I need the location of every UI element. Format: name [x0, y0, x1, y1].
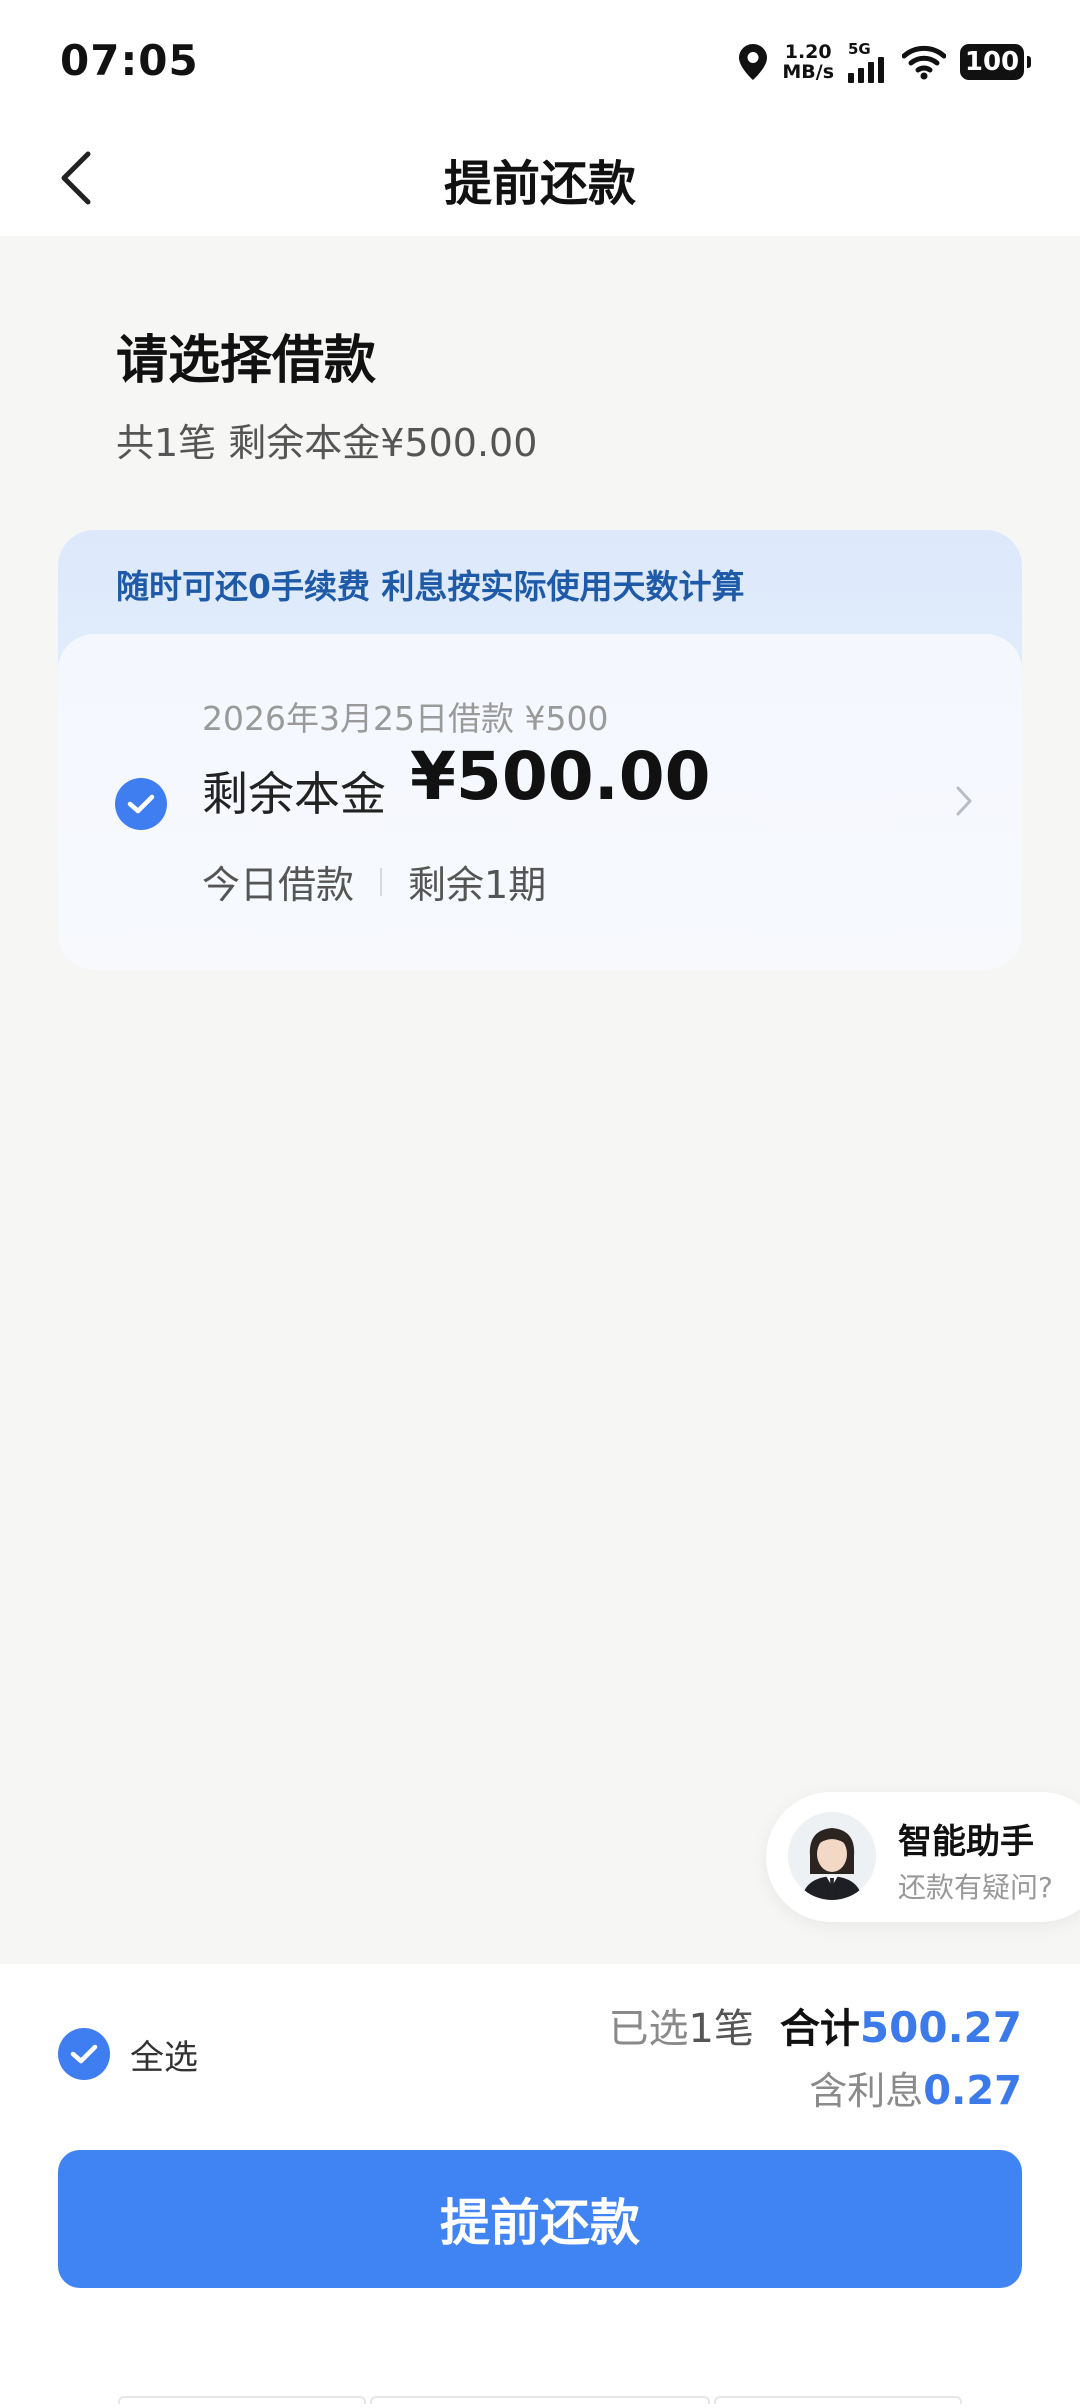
- network-speed: 1.20 MB/s: [782, 42, 834, 82]
- interest-amount: 0.27: [923, 2068, 1022, 2114]
- network-type: 5G: [848, 39, 871, 58]
- loan-tag-today: 今日借款: [202, 863, 355, 907]
- summary-interest: 含利息 0.27: [809, 2060, 1022, 2115]
- gesture-segment: [118, 2396, 366, 2404]
- selected-count: 1: [688, 2006, 714, 2052]
- network-speed-unit: MB/s: [782, 61, 834, 83]
- section-subtitle: 共1笔 剩余本金¥500.00: [116, 421, 538, 465]
- loan-checkbox[interactable]: [115, 778, 167, 830]
- status-icons: 1.20 MB/s 5G 100: [738, 38, 1031, 86]
- assistant-widget[interactable]: 智能助手 还款有疑问?: [766, 1792, 1080, 1922]
- status-time: 07:05: [60, 36, 199, 85]
- loan-item[interactable]: 2026年3月25日借款 ¥500 剩余本金 ¥500.00 今日借款 剩余1期: [58, 634, 1022, 970]
- signal-icon: [848, 56, 884, 83]
- avatar: [788, 1812, 876, 1900]
- loan-tag-remaining: 剩余1期: [408, 863, 547, 907]
- check-icon: [70, 2044, 98, 2064]
- gesture-segment: [369, 2396, 711, 2404]
- selected-prefix: 已选: [608, 2006, 689, 2052]
- meta-divider: [380, 867, 383, 896]
- gesture-bar: [118, 2396, 963, 2408]
- location-icon: [739, 44, 768, 80]
- summary-total: 已选 1 笔 合计 500.27: [608, 1996, 1022, 2054]
- status-bar: 07:05 1.20 MB/s 5G 100: [0, 0, 1080, 120]
- total-amount: 500.27: [859, 2003, 1022, 2052]
- prepay-button[interactable]: 提前还款: [58, 2150, 1022, 2288]
- total-label: 合计: [779, 2006, 860, 2052]
- select-all-checkbox[interactable]: [58, 2028, 110, 2080]
- chevron-right-icon[interactable]: [954, 784, 974, 822]
- wifi-icon: [902, 45, 946, 80]
- assistant-title: 智能助手: [898, 1822, 1034, 1862]
- selected-unit: 笔: [713, 2006, 754, 2052]
- signal-group: 5G: [848, 39, 888, 83]
- principal-label: 剩余本金: [202, 767, 386, 821]
- loan-card: 随时可还0手续费 利息按实际使用天数计算 2026年3月25日借款 ¥500 剩…: [58, 530, 1022, 970]
- card-banner: 随时可还0手续费 利息按实际使用天数计算: [116, 567, 745, 606]
- assistant-subtitle: 还款有疑问?: [898, 1871, 1053, 1904]
- nav-bar: 提前还款: [0, 120, 1080, 236]
- network-speed-value: 1.20: [784, 41, 832, 63]
- gesture-segment: [714, 2396, 963, 2404]
- section-title: 请选择借款: [116, 331, 377, 391]
- select-all[interactable]: 全选: [58, 2028, 198, 2080]
- principal-amount: ¥500.00: [410, 738, 711, 815]
- check-icon: [127, 794, 155, 814]
- select-all-label: 全选: [130, 2037, 198, 2078]
- battery-icon: 100: [960, 44, 1031, 80]
- bottom-bar: 全选 已选 1 笔 合计 500.27 含利息 0.27 提前还款: [0, 1964, 1080, 2408]
- interest-label: 含利息: [809, 2069, 924, 2113]
- loan-meta: 今日借款 剩余1期: [202, 854, 546, 909]
- page-title: 提前还款: [443, 156, 636, 212]
- loan-date: 2026年3月25日借款 ¥500: [202, 699, 609, 738]
